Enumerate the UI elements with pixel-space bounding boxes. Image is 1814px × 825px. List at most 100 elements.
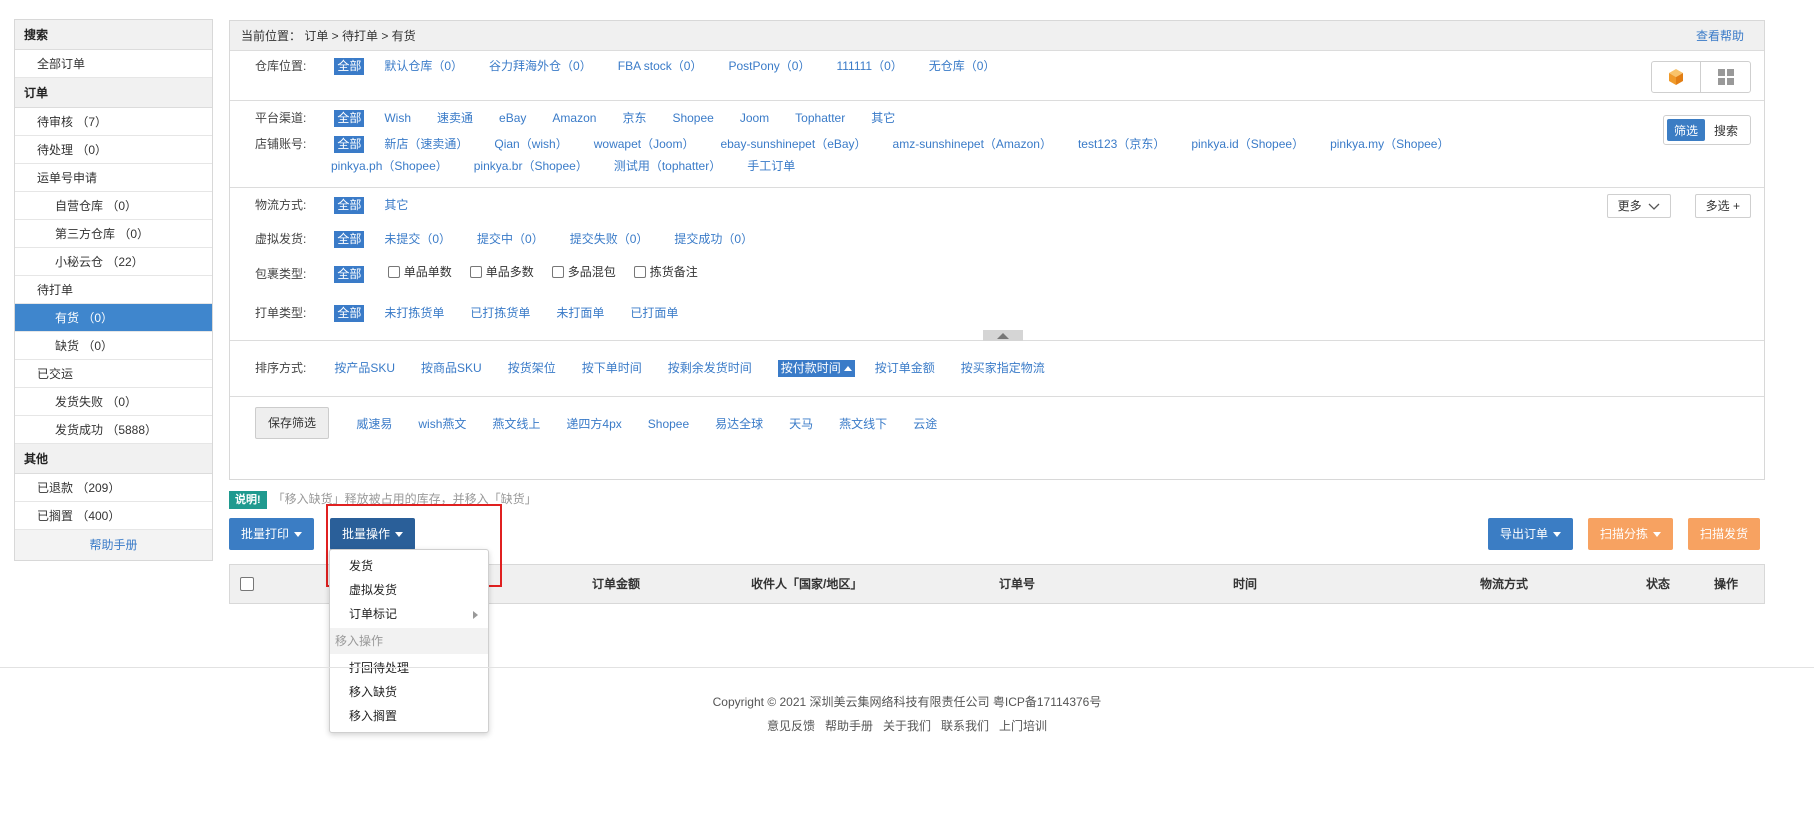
sidebar-item[interactable]: 缺货 （0） <box>15 332 212 360</box>
filter-option[interactable]: 按买家指定物流 <box>961 351 1045 385</box>
filter-option[interactable]: 按剩余发货时间 <box>668 351 752 385</box>
sidebar-item[interactable]: 第三方仓库 （0） <box>15 220 212 248</box>
menu-item-virtual-ship[interactable]: 虚拟发货 <box>330 578 488 602</box>
filter-option[interactable]: 易达全球 <box>715 415 763 432</box>
search-tab[interactable]: 搜索 <box>1705 119 1747 141</box>
checkbox-box[interactable] <box>469 266 482 278</box>
filter-option[interactable]: 全部 <box>334 305 365 322</box>
filter-option[interactable]: 未提交（0） <box>384 222 451 256</box>
filter-option[interactable]: 按产品SKU <box>334 351 395 385</box>
sidebar-item[interactable]: 发货成功 （5888） <box>15 416 212 444</box>
sidebar-item[interactable]: 已退款 （209） <box>15 474 212 502</box>
sidebar-item[interactable]: 自营仓库 （0） <box>15 192 212 220</box>
sidebar-help-link[interactable]: 帮助手册 <box>15 530 212 560</box>
sidebar-item[interactable]: 小秘云仓 （22） <box>15 248 212 276</box>
sidebar-item[interactable]: 运单号申请 <box>15 164 212 192</box>
filter-option[interactable]: 提交失败（0） <box>570 222 649 256</box>
filter-option[interactable]: 威速易 <box>356 415 392 432</box>
filter-option[interactable]: 按货架位 <box>508 351 556 385</box>
checkbox-box[interactable] <box>551 266 564 278</box>
filter-option[interactable]: Amazon <box>552 101 596 135</box>
filter-option[interactable]: 默认仓库（0） <box>384 53 463 79</box>
filter-option[interactable]: 按下单时间 <box>582 351 642 385</box>
save-filter-button[interactable]: 保存筛选 <box>255 407 330 439</box>
filter-option[interactable]: ebay-sunshinepet（eBay） <box>720 131 866 157</box>
menu-item-back-to-pending[interactable]: 打回待处理 <box>330 656 488 680</box>
footer-link[interactable]: 关于我们 <box>883 719 931 733</box>
footer-link[interactable]: 联系我们 <box>941 719 989 733</box>
batch-print-button[interactable]: 批量打印 <box>229 518 315 550</box>
filter-option[interactable]: 全部 <box>334 58 365 75</box>
filter-option[interactable]: 其它 <box>871 101 895 135</box>
collapse-handle[interactable] <box>983 330 1023 341</box>
more-button[interactable]: 更多 <box>1606 194 1671 218</box>
scan-ship-button[interactable]: 扫描发货 <box>1688 518 1761 550</box>
menu-item-ship[interactable]: 发货 <box>330 554 488 578</box>
box-view-button[interactable] <box>1652 62 1702 92</box>
footer-link[interactable]: 帮助手册 <box>825 719 873 733</box>
filter-tab[interactable]: 筛选 <box>1666 119 1705 141</box>
select-all-checkbox[interactable] <box>240 577 254 591</box>
sidebar-item[interactable]: 已搁置 （400） <box>15 502 212 530</box>
filter-option[interactable]: 全部 <box>334 231 365 248</box>
package-checkbox[interactable]: 单品多数 <box>469 255 534 289</box>
filter-option[interactable]: pinkya.ph（Shopee） <box>331 156 448 176</box>
sidebar-item[interactable]: 待审核 （7） <box>15 108 212 136</box>
filter-option[interactable]: 全部 <box>334 197 365 214</box>
filter-option[interactable]: 手工订单 <box>747 156 795 176</box>
checkbox-box[interactable] <box>633 266 646 278</box>
sidebar-item[interactable]: 已交运 <box>15 360 212 388</box>
checkbox-box[interactable] <box>387 266 400 278</box>
filter-option[interactable]: 无仓库（0） <box>929 53 996 79</box>
filter-option[interactable]: PostPony（0） <box>728 53 810 79</box>
filter-option[interactable]: Wish <box>384 101 411 135</box>
filter-option[interactable]: 全部 <box>334 110 365 127</box>
filter-option[interactable]: 未打面单 <box>556 296 604 330</box>
filter-option[interactable]: 提交中（0） <box>477 222 544 256</box>
filter-option[interactable]: 其它 <box>384 188 408 222</box>
footer-link[interactable]: 上门培训 <box>999 719 1047 733</box>
menu-item-order-mark[interactable]: 订单标记 <box>330 602 488 626</box>
export-orders-button[interactable]: 导出订单 <box>1488 518 1574 550</box>
scan-sort-button[interactable]: 扫描分拣 <box>1588 518 1674 550</box>
filter-option[interactable]: 谷力拜海外仓（0） <box>489 53 592 79</box>
filter-option[interactable]: pinkya.id（Shopee） <box>1191 131 1304 157</box>
filter-option[interactable]: 速卖通 <box>437 101 473 135</box>
filter-option[interactable]: 按订单金额 <box>875 351 935 385</box>
filter-option[interactable]: 新店（速卖通） <box>384 131 468 157</box>
package-checkbox[interactable]: 单品单数 <box>387 255 452 289</box>
sidebar-item[interactable]: 待打单 <box>15 276 212 304</box>
filter-option[interactable]: 已打拣货单 <box>470 296 530 330</box>
filter-option[interactable]: Shopee <box>672 101 713 135</box>
filter-option[interactable]: amz-sunshinepet（Amazon） <box>893 131 1052 157</box>
filter-option[interactable]: Tophatter <box>795 101 845 135</box>
filter-option[interactable]: 测试用（tophatter） <box>614 156 721 176</box>
filter-option[interactable]: FBA stock（0） <box>618 53 703 79</box>
filter-option[interactable]: pinkya.my（Shopee） <box>1330 131 1449 157</box>
filter-option[interactable]: 京东 <box>622 101 646 135</box>
filter-option[interactable]: 按商品SKU <box>421 351 482 385</box>
filter-option[interactable]: 未打拣货单 <box>384 296 444 330</box>
filter-option[interactable]: 递四方4px <box>566 415 621 432</box>
filter-option[interactable]: 已打面单 <box>630 296 678 330</box>
grid-view-button[interactable] <box>1701 62 1750 92</box>
filter-option[interactable]: wowapet（Joom） <box>594 131 695 157</box>
filter-option[interactable]: 提交成功（0） <box>674 222 753 256</box>
multi-select-button[interactable]: 多选 + <box>1694 194 1751 218</box>
filter-option[interactable]: 按付款时间 <box>777 360 855 377</box>
filter-option[interactable]: Joom <box>740 101 769 135</box>
package-option-all[interactable]: 全部 <box>334 266 365 283</box>
footer-link[interactable]: 意见反馈 <box>767 719 815 733</box>
filter-option[interactable]: wish燕文 <box>418 415 466 432</box>
filter-option[interactable]: test123（京东） <box>1078 131 1165 157</box>
help-link[interactable]: 查看帮助 <box>1696 21 1744 51</box>
filter-option[interactable]: pinkya.br（Shopee） <box>474 156 588 176</box>
filter-option[interactable]: 天马 <box>789 415 813 432</box>
filter-option[interactable]: 燕文线上 <box>492 415 540 432</box>
filter-option[interactable]: 燕文线下 <box>839 415 887 432</box>
filter-option[interactable]: 111111（0） <box>836 53 902 79</box>
filter-option[interactable]: Shopee <box>648 417 689 431</box>
sidebar-item[interactable]: 有货 （0） <box>15 304 212 332</box>
filter-option[interactable]: 全部 <box>334 136 365 153</box>
filter-option[interactable]: eBay <box>499 101 526 135</box>
